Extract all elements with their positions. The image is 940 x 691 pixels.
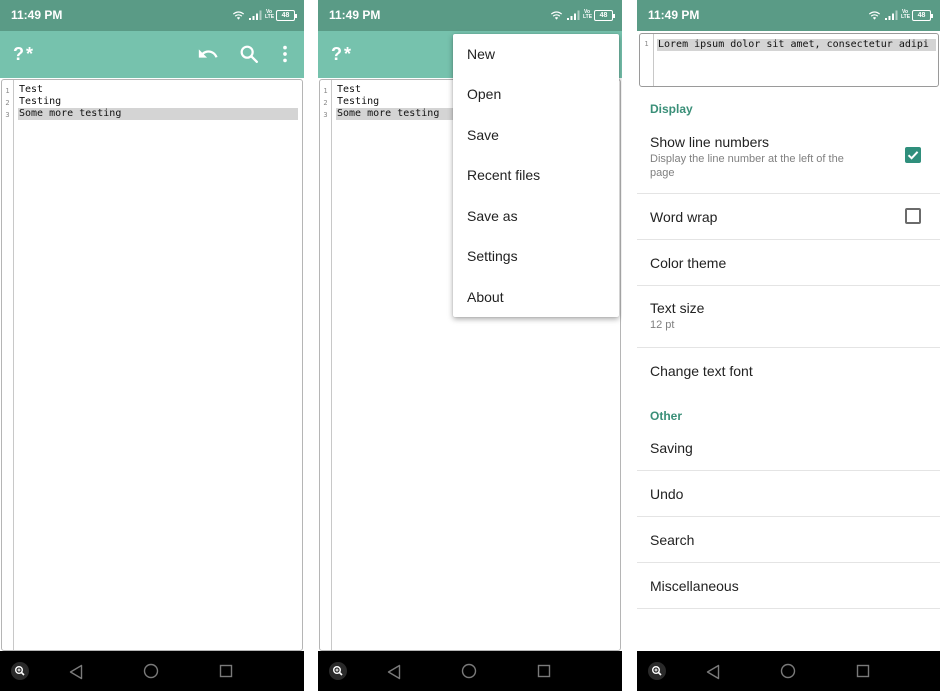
pref-text-size[interactable]: Text size 12 pt	[637, 286, 940, 348]
home-icon[interactable]	[143, 663, 159, 679]
line-number: 1	[644, 40, 649, 48]
pref-title: Saving	[650, 440, 693, 456]
wifi-icon	[868, 11, 881, 20]
app-bar: ?*	[0, 31, 304, 78]
checkbox-checked[interactable]	[905, 147, 921, 163]
section-header-display: Display	[650, 102, 693, 116]
status-time: 11:49 PM	[11, 8, 63, 22]
zoom-icon[interactable]	[648, 662, 666, 680]
menu-item-save-as[interactable]: Save as	[453, 196, 619, 236]
line-number: 2	[323, 99, 328, 107]
code-line-selected[interactable]: Some more testing	[18, 108, 298, 120]
status-bar: 11:49 PM Vo LTE 48	[637, 0, 940, 31]
pref-summary: Display the line number at the left of t…	[650, 153, 844, 179]
nav-bar	[318, 651, 622, 691]
recents-icon[interactable]	[856, 664, 870, 678]
status-bar: 11:49 PM Vo LTE 48	[318, 0, 622, 31]
line-number: 3	[5, 111, 10, 119]
status-time: 11:49 PM	[329, 8, 381, 22]
line-number-gutter: 1 2 3	[2, 80, 14, 650]
menu-item-new[interactable]: New	[453, 34, 619, 74]
pref-show-line-numbers[interactable]: Show line numbers Display the line numbe…	[637, 122, 940, 194]
recents-icon[interactable]	[537, 664, 551, 678]
back-icon[interactable]	[69, 664, 83, 680]
checkbox-unchecked[interactable]	[905, 208, 921, 224]
home-icon[interactable]	[780, 663, 796, 679]
battery-icon: 48	[912, 9, 933, 21]
battery-icon: 48	[594, 9, 615, 21]
document-title: ?*	[331, 44, 353, 64]
undo-icon[interactable]	[197, 43, 219, 65]
wifi-icon	[232, 11, 245, 20]
pref-word-wrap[interactable]: Word wrap	[637, 194, 940, 240]
pref-title: Color theme	[650, 255, 727, 271]
menu-item-open[interactable]: Open	[453, 74, 619, 114]
text-editor[interactable]: 1 2 3 Test Testing Some more testing	[1, 79, 303, 651]
preview-text: Lorem ipsum dolor sit amet, consectetur …	[657, 39, 936, 51]
home-icon[interactable]	[461, 663, 477, 679]
pref-title: Undo	[650, 486, 684, 502]
overflow-menu: New Open Save Recent files Save as Setti…	[453, 34, 619, 317]
volte-icon: Vo LTE	[901, 9, 911, 20]
code-line[interactable]: Testing	[18, 96, 298, 108]
pref-color-theme[interactable]: Color theme	[637, 240, 940, 286]
screen-editor: 11:49 PM Vo LTE 48 ?* 1 2 3 Test Testing…	[0, 0, 304, 691]
screen-settings: 11:49 PM Vo LTE 48 1 Lorem ipsum dolor s…	[637, 0, 940, 691]
zoom-icon[interactable]	[11, 662, 29, 680]
code-line[interactable]: Test	[18, 84, 298, 96]
zoom-icon[interactable]	[329, 662, 347, 680]
status-bar: 11:49 PM Vo LTE 48	[0, 0, 304, 31]
section-header-other: Other	[650, 409, 683, 423]
document-title: ?*	[13, 44, 35, 64]
pref-title: Show line numbers	[650, 134, 770, 150]
pref-title: Word wrap	[650, 209, 718, 225]
wifi-icon	[550, 11, 563, 20]
screen-menu: 11:49 PM Vo LTE 48 ?* 1 2 3 Test Testing…	[318, 0, 622, 691]
search-icon[interactable]	[238, 43, 260, 65]
volte-icon: Vo LTE	[265, 9, 275, 20]
nav-bar	[0, 651, 304, 691]
pref-title: Change text font	[650, 363, 753, 379]
line-number-gutter: 1	[640, 34, 654, 86]
pref-miscellaneous[interactable]: Miscellaneous	[637, 563, 940, 609]
more-vert-icon[interactable]	[274, 43, 296, 65]
pref-title: Search	[650, 532, 695, 548]
line-number: 1	[5, 87, 10, 95]
menu-item-save[interactable]: Save	[453, 115, 619, 155]
signal-icon	[885, 10, 898, 20]
pref-saving[interactable]: Saving	[637, 425, 940, 471]
signal-icon	[567, 10, 580, 20]
pref-summary: 12 pt	[650, 319, 675, 331]
status-time: 11:49 PM	[648, 8, 700, 22]
settings-list: Display Show line numbers Display the li…	[637, 88, 940, 651]
line-number-gutter: 1 2 3	[320, 80, 332, 650]
pref-change-text-font[interactable]: Change text font	[637, 348, 940, 394]
menu-item-about[interactable]: About	[453, 277, 619, 317]
battery-icon: 48	[276, 9, 297, 21]
signal-icon	[249, 10, 262, 20]
menu-item-recent-files[interactable]: Recent files	[453, 155, 619, 195]
pref-title: Miscellaneous	[650, 578, 739, 594]
nav-bar	[637, 651, 940, 691]
back-icon[interactable]	[706, 664, 720, 680]
volte-icon: Vo LTE	[583, 9, 593, 20]
font-preview: 1 Lorem ipsum dolor sit amet, consectetu…	[639, 33, 939, 87]
line-number: 2	[5, 99, 10, 107]
back-icon[interactable]	[387, 664, 401, 680]
line-number: 1	[323, 87, 328, 95]
menu-item-settings[interactable]: Settings	[453, 236, 619, 276]
line-number: 3	[323, 111, 328, 119]
recents-icon[interactable]	[219, 664, 233, 678]
pref-undo[interactable]: Undo	[637, 471, 940, 517]
pref-title: Text size	[650, 300, 705, 316]
pref-search[interactable]: Search	[637, 517, 940, 563]
